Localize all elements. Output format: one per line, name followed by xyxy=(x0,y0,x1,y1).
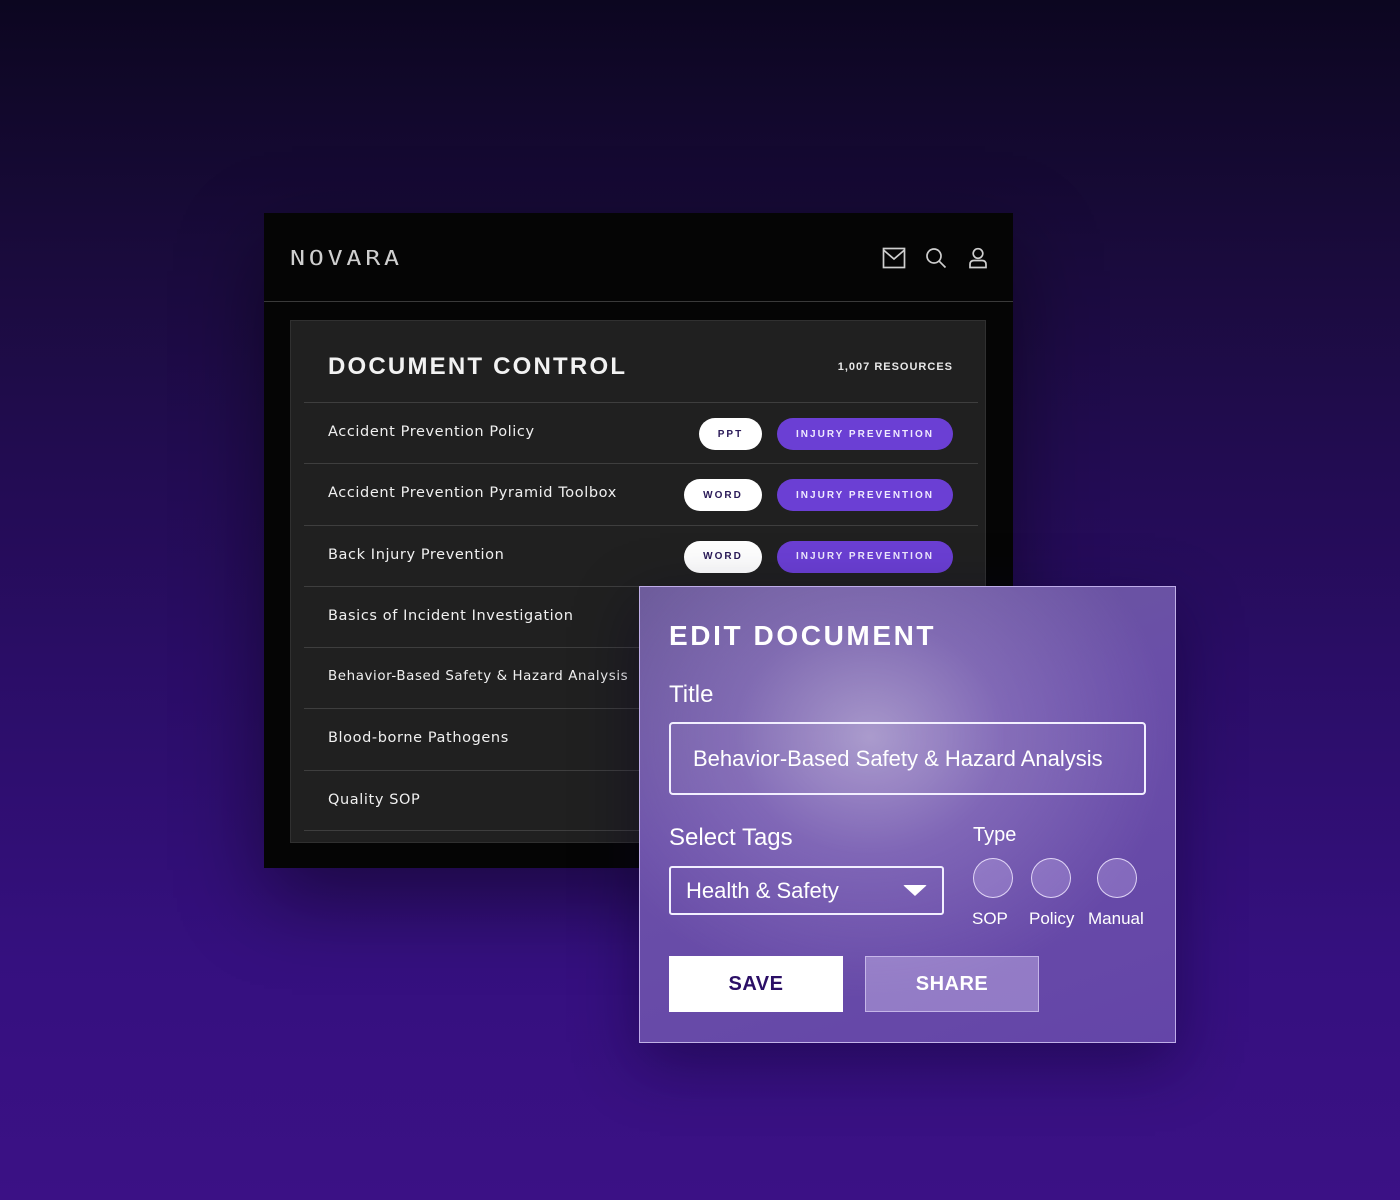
novara-logo[interactable]: NOVARA xyxy=(290,246,403,270)
user-icon[interactable] xyxy=(965,245,991,271)
file-type-chip[interactable]: WORD xyxy=(684,479,762,512)
tag-chip[interactable]: INJURY PREVENTION xyxy=(777,540,953,573)
document-name: Behavior-Based Safety & Hazard Analysis xyxy=(328,669,629,685)
document-row[interactable]: Accident Prevention Policy PPT INJURY PR… xyxy=(304,402,978,463)
tags-dropdown[interactable]: Health & Safety xyxy=(669,866,944,915)
save-button[interactable]: SAVE xyxy=(669,956,843,1012)
file-type-chip[interactable]: WORD xyxy=(684,540,762,573)
share-button[interactable]: SHARE xyxy=(865,956,1039,1012)
radio-circle[interactable] xyxy=(973,858,1013,898)
mail-icon[interactable] xyxy=(881,245,907,271)
document-name: Basics of Incident Investigation xyxy=(328,607,574,624)
radio-circle[interactable] xyxy=(1097,858,1137,898)
document-row[interactable]: Back Injury Prevention WORD INJURY PREVE… xyxy=(304,524,978,586)
title-label: Title xyxy=(669,681,714,708)
radio-circle[interactable] xyxy=(1031,858,1071,898)
tags-selected-value: Health & Safety xyxy=(686,878,839,903)
modal-title: EDIT DOCUMENT xyxy=(669,620,937,651)
type-label: Type xyxy=(973,824,1017,846)
radio-label: Policy xyxy=(1029,909,1075,928)
tag-chip[interactable]: INJURY PREVENTION xyxy=(777,418,953,450)
select-tags-label: Select Tags xyxy=(669,824,793,851)
panel-header: DOCUMENT CONTROL 1,007 RESOURCES xyxy=(291,321,985,403)
document-name: Accident Prevention Policy xyxy=(328,424,535,440)
radio-label: Manual xyxy=(1088,909,1144,928)
document-name: Quality SOP xyxy=(328,791,421,808)
title-input[interactable] xyxy=(669,722,1146,795)
edit-document-modal: EDIT DOCUMENT Title Select Tags Health &… xyxy=(639,586,1176,1043)
file-type-chip[interactable]: PPT xyxy=(699,418,762,450)
document-name: Blood-borne Pathogens xyxy=(328,730,509,747)
resource-count: 1,007 RESOURCES xyxy=(837,361,953,373)
search-icon[interactable] xyxy=(923,245,949,271)
caret-down-icon xyxy=(903,885,927,896)
document-name: Back Injury Prevention xyxy=(328,546,505,563)
radio-label: SOP xyxy=(972,909,1008,928)
top-bar: NOVARA xyxy=(264,213,1013,302)
panel-title: DOCUMENT CONTROL xyxy=(328,353,628,380)
document-name: Accident Prevention Pyramid Toolbox xyxy=(328,485,617,502)
header-icons xyxy=(881,245,991,271)
tag-chip[interactable]: INJURY PREVENTION xyxy=(777,479,953,512)
document-row[interactable]: Accident Prevention Pyramid Toolbox WORD… xyxy=(304,463,978,524)
